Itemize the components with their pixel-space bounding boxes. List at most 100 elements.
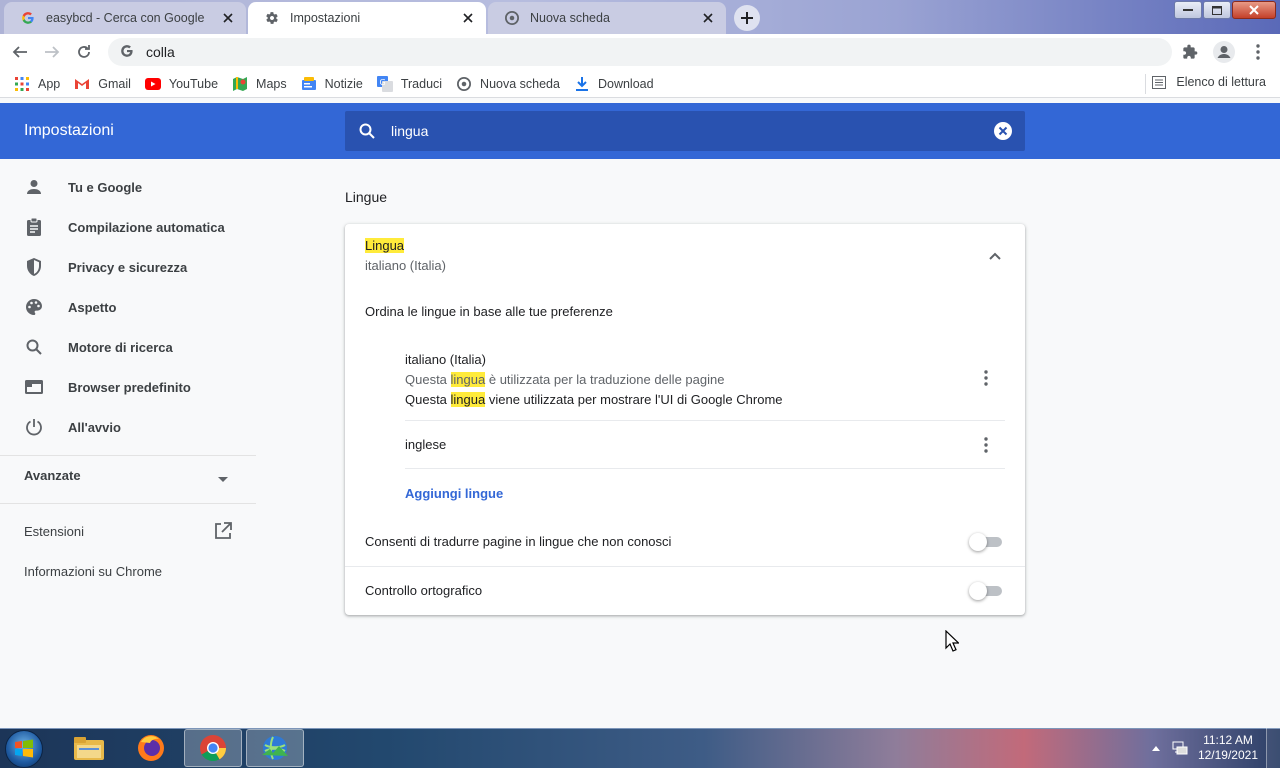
close-icon[interactable] [460,10,476,26]
start-button[interactable] [5,730,43,768]
sidebar-item-label: Compilazione automatica [68,219,225,235]
close-window-button[interactable] [1232,1,1276,19]
reload-button[interactable] [70,38,98,66]
sidebar-item-estensioni[interactable]: Estensioni [0,511,256,551]
more-options-icon[interactable] [976,368,996,388]
section-title: Lingue [345,189,388,205]
bookmark-notizie[interactable]: Notizie [301,76,363,92]
youtube-icon [144,76,161,92]
profile-avatar-icon[interactable] [1210,38,1238,66]
reading-list-button[interactable]: Elenco di lettura [1152,75,1266,89]
spellcheck-toggle[interactable] [969,582,1003,600]
language-heading[interactable]: Lingua [365,238,405,253]
bookmark-download[interactable]: Download [574,76,654,92]
gear-icon [264,10,280,26]
reading-list-icon [1152,75,1167,89]
tab-strip: easybcd - Cerca con Google Impostazioni … [0,0,1280,34]
window-controls [1174,1,1276,19]
chrome-icon[interactable] [184,729,242,767]
sidebar-item-all-avvio[interactable]: All'avvio [0,407,256,447]
note-text: Questa [405,392,451,407]
clear-search-icon[interactable] [993,121,1013,141]
windows-logo-icon [15,739,33,758]
tab-impostazioni[interactable]: Impostazioni [248,2,486,34]
minimize-button[interactable] [1174,1,1202,19]
page-title: Impostazioni [24,122,114,139]
more-options-icon[interactable] [976,435,996,455]
sidebar-item-informazioni[interactable]: Informazioni su Chrome [0,551,256,591]
language-note-ui: Questa lingua viene utilizzata per mostr… [405,390,783,410]
network-icon[interactable] [1172,740,1188,756]
language-note-translation: Questa lingua è utilizzata per la traduz… [405,370,783,390]
translate-toggle[interactable] [969,533,1003,551]
highlighted-text: lingua [450,392,486,407]
chevron-up-icon[interactable] [1151,745,1160,751]
tab-title: easybcd - Cerca con Google [46,11,205,25]
firefox-icon[interactable] [122,729,180,767]
taskbar-clock[interactable]: 11:12 AM 12/19/2021 [1198,733,1258,763]
chrome-icon [504,10,520,26]
bookmark-label: Notizie [324,76,363,91]
clipboard-icon [24,217,44,237]
maximize-button[interactable] [1203,1,1231,19]
arrow-left-icon [12,46,27,58]
sidebar-item-compilazione[interactable]: Compilazione automatica [0,207,256,247]
toggle-knob [969,533,987,551]
address-bar[interactable]: colla [108,38,1172,66]
bookmark-label: Nuova scheda [480,76,560,91]
chevron-up-icon[interactable] [985,246,1005,266]
bookmark-nuova-scheda[interactable]: Nuova scheda [456,76,560,92]
sidebar-item-label: Informazioni su Chrome [24,563,162,579]
news-icon [301,76,317,92]
network-app-icon[interactable] [246,729,304,767]
back-button[interactable] [6,38,34,66]
sidebar-item-browser-predefinito[interactable]: Browser predefinito [0,367,256,407]
system-tray: 11:12 AM 12/19/2021 [1151,728,1280,768]
close-icon[interactable] [220,10,236,26]
new-tab-button[interactable] [734,5,760,31]
reading-list-label: Elenco di lettura [1176,75,1266,89]
bookmark-app[interactable]: App [14,76,60,92]
sidebar-item-privacy[interactable]: Privacy e sicurezza [0,247,256,287]
menu-kebab-icon[interactable] [1244,38,1272,66]
tab-nuova-scheda[interactable]: Nuova scheda [488,2,726,34]
extensions-icon[interactable] [1176,38,1204,66]
bookmark-label: Traduci [400,76,443,91]
tab-easybcd[interactable]: easybcd - Cerca con Google [4,2,246,34]
reload-icon [78,45,90,58]
bookmark-youtube[interactable]: YouTube [144,76,218,92]
bookmark-traduci[interactable]: G Traduci [376,75,443,92]
sidebar-item-motore-ricerca[interactable]: Motore di ricerca [0,327,256,367]
explorer-icon[interactable] [60,729,118,767]
apps-grid-icon [14,76,30,92]
bookmark-maps[interactable]: Maps [232,76,287,92]
close-icon[interactable] [700,10,716,26]
bookmark-label: Download [597,76,654,91]
sidebar-item-aspetto[interactable]: Aspetto [0,287,256,327]
translate-icon: G [376,75,393,92]
browser-toolbar: colla [0,34,1280,70]
settings-search-input[interactable]: lingua [345,111,1025,151]
setting-label: Consenti di tradurre pagine in lingue ch… [365,534,672,549]
google-icon [120,44,134,61]
setting-spellcheck: Controllo ortografico [345,567,1025,615]
forward-button[interactable] [38,38,66,66]
sidebar-item-label: Aspetto [68,299,117,315]
sidebar-item-tu-e-google[interactable]: Tu e Google [0,167,256,207]
google-icon [20,10,36,26]
setting-translate-offer: Consenti di tradurre pagine in lingue ch… [345,518,1025,566]
clock-date: 12/19/2021 [1197,748,1258,762]
bookmark-gmail[interactable]: Gmail [74,76,131,92]
show-desktop-button[interactable] [1266,728,1280,768]
add-languages-button[interactable]: Aggiungi lingue [405,486,503,501]
divider [0,503,256,504]
search-value: lingua [391,123,429,139]
palette-icon [24,297,44,317]
bookmark-label: App [38,76,61,91]
shield-icon [24,257,44,277]
sidebar-item-label: Privacy e sicurezza [68,259,188,275]
address-bar-value: colla [146,44,175,60]
clock-time: 11:12 AM [1203,733,1253,747]
language-name: inglese [405,437,447,452]
sidebar-item-avanzate[interactable]: Avanzate [0,455,256,495]
